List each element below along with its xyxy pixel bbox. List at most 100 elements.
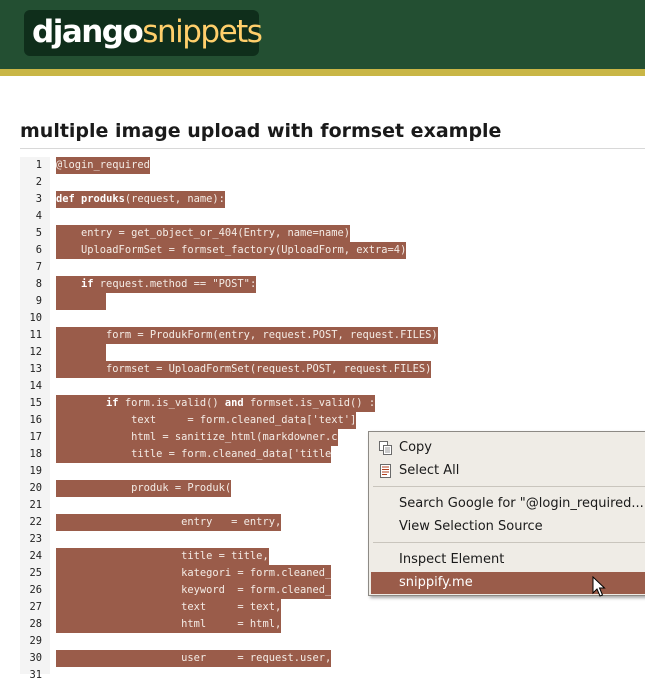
line-number: 13 [29,363,42,375]
line-number: 14 [29,380,42,392]
code-token: html = html, [56,618,282,630]
code-token: request.method == "POST": [93,278,257,290]
code-line: 12 [20,344,645,361]
code-line: 30 user = request.user, [20,650,645,667]
code-line: 29 [20,633,645,650]
line-number: 19 [29,465,42,477]
code-line: 10 [20,310,645,327]
line-number: 27 [29,601,42,613]
code-text: @login_required [56,157,150,174]
code-block[interactable]: 1 @login_required 2 3 def produks(request, n… [20,157,645,684]
line-number: 8 [35,278,42,290]
code-text: UploadFormSet = formset_factory(UploadFo… [56,242,407,259]
code-token: keyword = form.cleaned_ [56,584,332,596]
code-text: form = ProdukForm(entry, request.POST, r… [56,327,438,344]
code-line: 31 [20,667,645,684]
line-number: 17 [29,431,42,443]
line-number: 31 [29,669,42,681]
menu-item-inspect-element[interactable]: Inspect Element [371,549,645,571]
code-text: formset = UploadFormSet(request.POST, re… [56,361,432,378]
menu-item-label: Copy [399,440,432,455]
line-number: 16 [29,414,42,426]
code-text: entry = entry, [56,514,282,531]
menu-item-select-all[interactable]: Select All [371,460,645,482]
select-all-icon [380,464,391,478]
code-text: if form.is_valid() and formset.is_valid(… [56,395,376,412]
code-text: if request.method == "POST": [56,276,257,293]
code-text: text = form.cleaned_data['text'] [56,412,357,429]
menu-item-label: Select All [399,463,460,478]
site-header: djangosnippets [0,0,645,69]
line-number: 21 [29,499,42,511]
code-token: entry = get_object_or_404(Entry, name=na… [56,227,351,239]
menu-item-label: Inspect Element [399,552,505,567]
code-text [56,344,107,361]
page-title: multiple image upload with formset examp… [20,120,502,142]
line-number: 9 [35,295,42,307]
line-number: 24 [29,550,42,562]
code-token: user = request.user, [56,652,332,664]
code-text: def produks(request, name): [56,191,225,208]
code-text [56,293,107,310]
code-text: user = request.user, [56,650,332,667]
line-number: 30 [29,652,42,664]
code-token: title = form.cleaned_data['title [56,448,332,460]
code-text: kategori = form.cleaned_ [56,565,332,582]
line-number: 11 [29,329,42,341]
line-number: 1 [35,159,42,171]
logo-snippets: snippets [142,14,263,50]
code-token: form.is_valid() [118,397,225,409]
code-keyword: if [81,278,94,290]
code-text: entry = get_object_or_404(Entry, name=na… [56,225,351,242]
code-line: 11 form = ProdukForm(entry, request.POST… [20,327,645,344]
code-line: 28 html = html, [20,616,645,633]
code-token: kategori = form.cleaned_ [56,567,332,579]
code-token: UploadFormSet = formset_factory(UploadFo… [56,244,407,256]
menu-item-view-selection-source[interactable]: View Selection Source [371,516,645,538]
code-token: @login_required [56,159,150,171]
menu-item-label: View Selection Source [399,519,543,534]
line-number: 25 [29,567,42,579]
line-number: 26 [29,584,42,596]
mouse-cursor-icon [592,576,606,597]
line-number: 10 [29,312,42,324]
menu-separator [373,542,645,543]
menu-item-search-google[interactable]: Search Google for "@login_required..." [371,493,645,515]
menu-item-copy[interactable]: Copy [371,437,645,459]
copy-icon [379,441,392,455]
line-number: 6 [35,244,42,256]
context-menu: Copy Select All Search Google for "@logi… [368,431,645,596]
code-token: formset.is_valid() : [243,397,376,409]
code-token: title = title, [56,550,269,562]
line-number: 3 [35,193,42,205]
code-line: 7 [20,259,645,276]
line-number: 5 [35,227,42,239]
site-logo[interactable]: djangosnippets [24,10,263,56]
line-number: 23 [29,533,42,545]
code-line: 2 [20,174,645,191]
code-line: 5 entry = get_object_or_404(Entry, name=… [20,225,645,242]
line-number: 7 [35,261,42,273]
code-token: text = form.cleaned_data['text'] [56,414,357,426]
title-divider [20,148,645,149]
code-line: 15 if form.is_valid() and formset.is_val… [20,395,645,412]
code-text: produk = Produk( [56,480,232,497]
line-number: 4 [35,210,42,222]
code-token: formset = UploadFormSet(request.POST, re… [56,363,432,375]
menu-separator [373,486,645,487]
code-line: 3 def produks(request, name): [20,191,645,208]
code-text: text = text, [56,599,282,616]
code-keyword: if [106,397,119,409]
code-text: keyword = form.cleaned_ [56,582,332,599]
line-number: 12 [29,346,42,358]
code-line: 14 [20,378,645,395]
code-line: 4 [20,208,645,225]
code-text: title = title, [56,548,269,565]
header-stripe [0,69,645,76]
code-keyword: and [224,397,244,409]
code-line: 13 formset = UploadFormSet(request.POST,… [20,361,645,378]
menu-item-label: snippify.me [399,575,473,590]
code-keyword: produks [81,193,125,205]
